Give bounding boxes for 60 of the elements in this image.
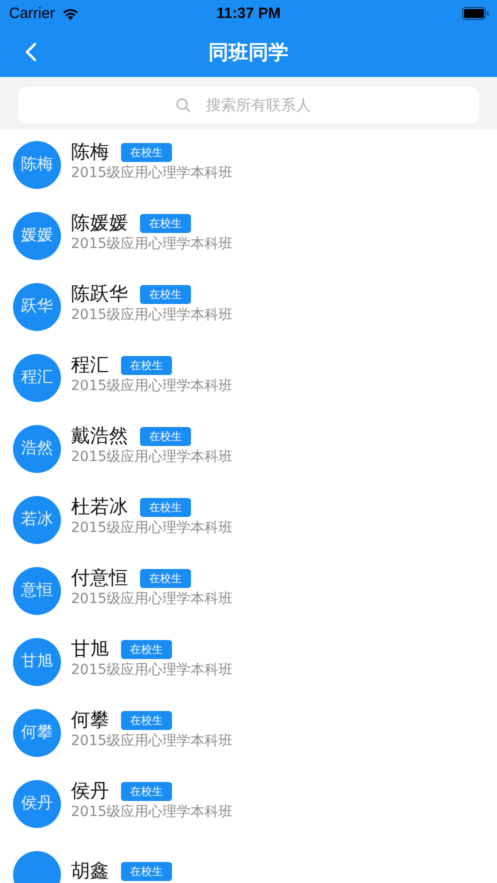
- contact-row[interactable]: 若冰 杜若冰 在校生 2015级应用心理学本科班: [0, 484, 497, 555]
- contact-name: 程汇: [71, 354, 109, 376]
- search-field[interactable]: 搜索所有联系人: [18, 87, 479, 123]
- contact-row[interactable]: 浩然 戴浩然 在校生 2015级应用心理学本科班: [0, 413, 497, 484]
- status-badge: 在校生: [140, 214, 191, 232]
- class-name: 2015级应用心理学本科班: [71, 448, 233, 466]
- contact-name: 付意恒: [71, 568, 128, 588]
- contact-row[interactable]: 跃华 陈跃华 在校生 2015级应用心理学本科班: [0, 271, 497, 342]
- status-badge: 在校生: [121, 862, 172, 881]
- back-icon: [25, 42, 37, 62]
- clock-time: 11:37 PM: [216, 5, 281, 22]
- class-name: 2015级应用心理学本科班: [71, 164, 233, 182]
- page-title: 同班同学: [208, 38, 288, 66]
- status-badge: 在校生: [121, 782, 172, 800]
- contact-row[interactable]: 胡鑫 在校生: [0, 839, 497, 883]
- contact-name: 陈媛媛: [71, 212, 128, 234]
- avatar: 程汇: [13, 354, 61, 402]
- status-badge: 在校生: [121, 356, 172, 374]
- class-name: 2015级应用心理学本科班: [71, 234, 233, 252]
- contact-row[interactable]: 甘旭 甘旭 在校生 2015级应用心理学本科班: [0, 626, 497, 697]
- status-badge: 在校生: [140, 284, 191, 304]
- carrier-name: Carrier: [9, 5, 55, 22]
- battery-icon: [462, 7, 489, 20]
- status-badge: 在校生: [140, 426, 191, 446]
- contact-row[interactable]: 程汇 程汇 在校生 2015级应用心理学本科班: [0, 342, 497, 413]
- contact-name: 陈梅: [71, 142, 109, 162]
- avatar: 意恒: [13, 566, 61, 614]
- class-name: 2015级应用心理学本科班: [71, 306, 233, 324]
- class-name: 2015级应用心理学本科班: [71, 518, 233, 536]
- contact-name: 陈跃华: [71, 284, 128, 304]
- contact-row[interactable]: 媛媛 陈媛媛 在校生 2015级应用心理学本科班: [0, 200, 497, 271]
- avatar: 媛媛: [13, 212, 61, 260]
- status-badge: 在校生: [140, 498, 191, 516]
- class-name: 2015级应用心理学本科班: [71, 732, 233, 750]
- contact-name: 甘旭: [71, 638, 109, 660]
- status-badge: 在校生: [121, 142, 172, 162]
- avatar: 侯丹: [13, 780, 61, 828]
- class-name: 2015级应用心理学本科班: [71, 590, 233, 608]
- contact-row[interactable]: 何攀 何攀 在校生 2015级应用心理学本科班: [0, 697, 497, 768]
- status-badge: 在校生: [140, 568, 191, 588]
- avatar: 浩然: [13, 424, 61, 472]
- wifi-icon: [60, 6, 80, 20]
- avatar: 甘旭: [13, 638, 61, 686]
- contact-row[interactable]: 侯丹 侯丹 在校生 2015级应用心理学本科班: [0, 768, 497, 839]
- avatar: 陈梅: [13, 140, 61, 188]
- class-name: 2015级应用心理学本科班: [71, 802, 233, 820]
- class-name: 2015级应用心理学本科班: [71, 660, 233, 678]
- contact-name: 胡鑫: [71, 861, 109, 882]
- avatar: 何攀: [13, 708, 61, 756]
- status-badge: 在校生: [121, 710, 172, 730]
- avatar: 跃华: [13, 282, 61, 330]
- contact-row[interactable]: 意恒 付意恒 在校生 2015级应用心理学本科班: [0, 555, 497, 626]
- class-name: 2015级应用心理学本科班: [71, 376, 233, 394]
- contact-name: 何攀: [71, 710, 109, 730]
- contact-name: 侯丹: [71, 780, 109, 802]
- status-badge: 在校生: [121, 640, 172, 658]
- contact-name: 戴浩然: [71, 426, 128, 446]
- contact-name: 杜若冰: [71, 496, 128, 518]
- contact-row[interactable]: 陈梅 陈梅 在校生 2015级应用心理学本科班: [0, 129, 497, 200]
- avatar: 若冰: [13, 496, 61, 544]
